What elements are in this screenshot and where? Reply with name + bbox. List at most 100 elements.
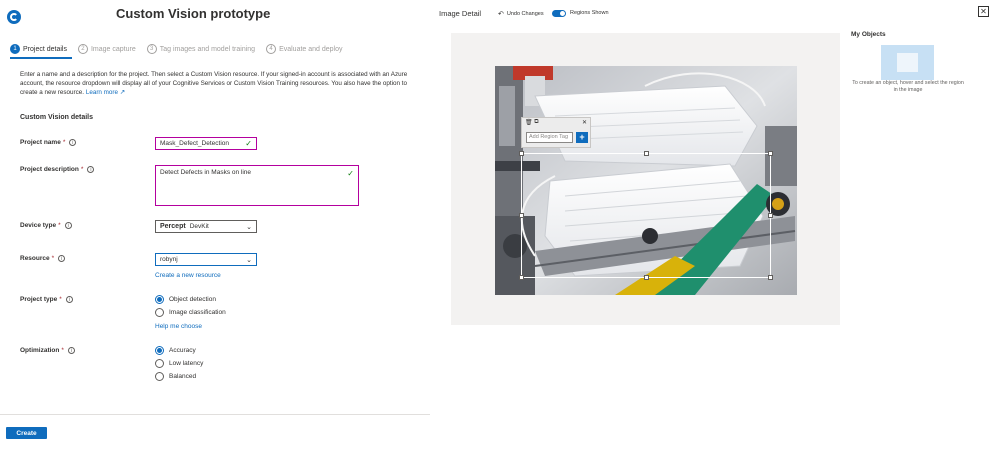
- project-description-value: Detect Defects in Masks on line: [160, 169, 252, 176]
- radio-unselected-icon: [155, 359, 164, 368]
- required-marker: *: [51, 255, 55, 262]
- step-number: 3: [146, 44, 157, 54]
- radio-label: Balanced: [169, 373, 197, 380]
- undo-label: Undo Changes: [506, 11, 544, 17]
- intro-body: Enter a name and a description for the p…: [20, 71, 408, 96]
- label-text: Optimization: [20, 347, 60, 354]
- resize-handle[interactable]: [768, 213, 773, 218]
- project-name-input[interactable]: Mask_Defect_Detection ✓: [155, 137, 257, 150]
- device-type-label: Device type * i: [20, 222, 72, 229]
- step-image-capture[interactable]: 2 Image capture: [77, 44, 136, 54]
- label-text: Project name: [20, 139, 61, 146]
- radio-low-latency[interactable]: Low latency: [155, 359, 203, 368]
- info-icon[interactable]: i: [64, 222, 72, 229]
- resize-handle[interactable]: [644, 151, 649, 156]
- resource-dropdown[interactable]: robynj ⌄: [155, 253, 257, 266]
- resource-value: robynj: [160, 256, 178, 263]
- undo-icon: ↶: [498, 11, 504, 18]
- radio-label: Accuracy: [169, 347, 196, 354]
- radio-unselected-icon: [155, 372, 164, 381]
- optimization-label: Optimization * i: [20, 347, 75, 354]
- custom-vision-logo-icon: [7, 10, 21, 24]
- radio-image-classification[interactable]: Image classification: [155, 308, 226, 317]
- footer-divider: [0, 414, 430, 415]
- my-objects-title: My Objects: [851, 31, 886, 38]
- chevron-down-icon: ⌄: [246, 223, 252, 231]
- regions-shown-label: Regions Shown: [570, 10, 609, 16]
- step-number: 2: [77, 44, 88, 54]
- my-objects-help-text: To create an object, hover and select th…: [852, 80, 964, 93]
- project-name-value: Mask_Defect_Detection: [160, 140, 230, 147]
- info-icon[interactable]: i: [69, 139, 77, 146]
- resize-handle[interactable]: [519, 151, 524, 156]
- region-bounding-box[interactable]: [519, 151, 773, 280]
- project-type-label: Project type * i: [20, 296, 73, 303]
- step-label: Project details: [23, 45, 67, 53]
- required-marker: *: [61, 347, 64, 354]
- copy-icon[interactable]: ⧉: [534, 119, 538, 126]
- radio-label: Low latency: [169, 360, 204, 367]
- radio-unselected-icon: [155, 308, 164, 317]
- info-icon[interactable]: i: [87, 166, 95, 173]
- resize-handle[interactable]: [768, 275, 773, 280]
- required-marker: *: [59, 296, 62, 303]
- page-title: Custom Vision prototype: [116, 6, 271, 21]
- step-evaluate-deploy[interactable]: 4 Evaluate and deploy: [266, 44, 343, 54]
- step-tag-and-train[interactable]: 3 Tag images and model training: [146, 44, 256, 54]
- add-tag-button[interactable]: +: [576, 132, 588, 143]
- active-step-indicator: [10, 57, 72, 59]
- label-text: Project description: [20, 166, 79, 173]
- required-marker: *: [80, 166, 84, 173]
- resize-handle[interactable]: [519, 275, 524, 280]
- label-text: Project type: [20, 296, 58, 303]
- project-name-label: Project name * i: [20, 139, 77, 146]
- checkmark-icon: ✓: [245, 139, 252, 148]
- help-me-choose-link[interactable]: Help me choose: [155, 323, 202, 330]
- project-description-input[interactable]: Detect Defects in Masks on line ✓: [155, 165, 359, 206]
- step-label: Tag images and model training: [159, 45, 256, 53]
- resize-handle[interactable]: [519, 213, 524, 218]
- radio-selected-icon: [155, 346, 164, 355]
- regions-shown-toggle[interactable]: [552, 10, 566, 17]
- region-tag-popup: 🗑 ⧉ ✕ Add Region Tag +: [521, 117, 591, 148]
- step-label: Evaluate and deploy: [279, 45, 343, 53]
- info-icon[interactable]: i: [65, 296, 73, 303]
- intro-text: Enter a name and a description for the p…: [20, 71, 420, 97]
- delete-icon[interactable]: 🗑: [525, 119, 533, 126]
- resize-handle[interactable]: [644, 275, 649, 280]
- learn-more-link[interactable]: Learn more ↗: [86, 89, 125, 96]
- step-project-details[interactable]: 1 Project details: [10, 44, 67, 54]
- undo-changes-button[interactable]: ↶ Undo Changes: [498, 10, 544, 18]
- resize-handle[interactable]: [768, 151, 773, 156]
- label-text: Resource: [20, 255, 50, 262]
- checkmark-icon: ✓: [347, 169, 354, 178]
- step-number: 1: [10, 44, 20, 54]
- info-icon[interactable]: i: [58, 255, 66, 262]
- create-new-resource-link[interactable]: Create a new resource: [155, 272, 221, 279]
- device-type-dropdown[interactable]: Percept DevKit ⌄: [155, 220, 257, 233]
- step-label: Image capture: [90, 45, 136, 53]
- close-popup-icon[interactable]: ✕: [582, 119, 587, 126]
- step-number: 4: [266, 44, 277, 54]
- project-description-label: Project description * i: [20, 166, 95, 173]
- radio-object-detection[interactable]: Object detection: [155, 295, 216, 304]
- info-icon[interactable]: i: [67, 347, 75, 354]
- radio-balanced[interactable]: Balanced: [155, 372, 196, 381]
- radio-label: Object detection: [169, 296, 216, 303]
- label-text: Device type: [20, 222, 57, 229]
- required-marker: *: [62, 139, 66, 146]
- radio-label: Image classification: [169, 309, 226, 316]
- region-tag-input[interactable]: Add Region Tag: [526, 132, 573, 143]
- device-model: DevKit: [189, 223, 209, 230]
- close-icon[interactable]: ✕: [978, 6, 989, 17]
- resource-label: Resource * i: [20, 255, 66, 262]
- chevron-down-icon: ⌄: [246, 256, 252, 264]
- object-placeholder-thumbnail: [881, 45, 934, 80]
- radio-selected-icon: [155, 295, 164, 304]
- device-brand: Percept: [160, 223, 186, 230]
- wizard-steps: 1 Project details 2 Image capture 3 Tag …: [10, 43, 354, 55]
- image-detail-title: Image Detail: [439, 9, 482, 18]
- radio-accuracy[interactable]: Accuracy: [155, 346, 196, 355]
- section-title: Custom Vision details: [20, 114, 93, 121]
- create-button[interactable]: Create: [6, 427, 47, 439]
